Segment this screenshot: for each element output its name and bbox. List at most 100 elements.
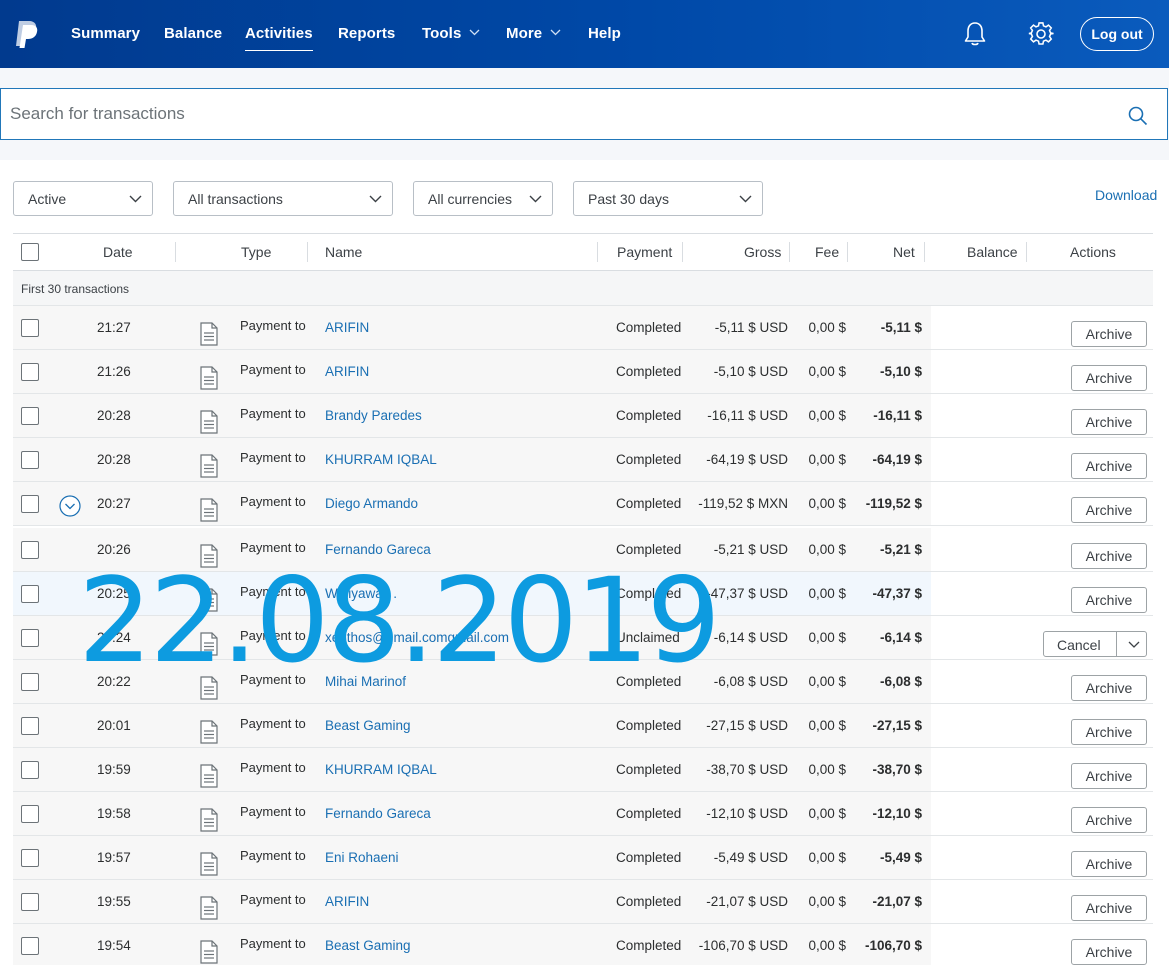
table-row[interactable]: 20:28 Payment to KHURRAM IQBAL Completed -64… <box>13 438 1153 482</box>
header-gross[interactable]: Gross <box>744 244 781 260</box>
row-checkbox[interactable] <box>21 717 39 735</box>
table-row[interactable]: 21:26 Payment to ARIFIN Completed -5,10 $ US… <box>13 350 1153 394</box>
table-row[interactable]: 20:25 Payment to Widiyawati . Completed -47,… <box>13 572 1153 616</box>
row-checkbox[interactable] <box>21 893 39 911</box>
row-checkbox[interactable] <box>21 319 39 337</box>
row-name-link[interactable]: Beast Gaming <box>325 718 411 733</box>
row-checkbox[interactable] <box>21 805 39 823</box>
header-type[interactable]: Type <box>241 244 271 260</box>
header-date[interactable]: Date <box>103 244 133 260</box>
header-separator <box>924 242 925 262</box>
table-row[interactable]: 20:22 Payment to Mihai Marinof Completed -6,… <box>13 660 1153 704</box>
table-row[interactable]: 20:01 Payment to Beast Gaming Completed -27,… <box>13 704 1153 748</box>
row-checkbox[interactable] <box>21 407 39 425</box>
row-name-link[interactable]: ARIFIN <box>325 364 369 379</box>
archive-button[interactable]: Archive <box>1071 895 1147 921</box>
archive-button[interactable]: Archive <box>1071 939 1147 965</box>
archive-button[interactable]: Archive <box>1071 321 1147 347</box>
select-all-checkbox[interactable] <box>21 243 39 261</box>
expand-chevron-icon[interactable] <box>59 495 81 517</box>
document-icon <box>200 366 218 390</box>
nav-item-activities[interactable]: Activities <box>245 25 313 51</box>
header-balance[interactable]: Balance <box>967 244 1018 260</box>
archive-button[interactable]: Archive <box>1071 453 1147 479</box>
row-checkbox[interactable] <box>21 541 39 559</box>
table-row[interactable]: 20:26 Payment to Fernando Gareca Completed -… <box>13 528 1153 572</box>
search-input[interactable] <box>10 89 1110 139</box>
nav-item-reports[interactable]: Reports <box>338 25 395 42</box>
table-row[interactable]: 19:59 Payment to KHURRAM IQBAL Completed -38… <box>13 748 1153 792</box>
row-name-link[interactable]: Eni Rohaeni <box>325 850 399 865</box>
nav-item-label: Help <box>588 25 621 42</box>
row-name-link[interactable]: Fernando Gareca <box>325 542 431 557</box>
header-fee[interactable]: Fee <box>815 244 839 260</box>
nav-item-tools[interactable]: Tools <box>422 25 480 42</box>
gear-icon[interactable] <box>1028 21 1054 47</box>
row-checkbox[interactable] <box>21 673 39 691</box>
download-link[interactable]: Download <box>1095 187 1157 203</box>
status-filter[interactable]: Active <box>13 181 153 216</box>
archive-button[interactable]: Archive <box>1071 497 1147 523</box>
row-checkbox[interactable] <box>21 629 39 647</box>
paypal-logo[interactable] <box>14 19 40 49</box>
document-icon <box>200 454 218 478</box>
archive-button[interactable]: Archive <box>1071 763 1147 789</box>
header-separator <box>597 242 598 262</box>
bell-icon[interactable] <box>963 21 987 47</box>
cancel-button[interactable]: Cancel <box>1043 631 1147 657</box>
row-checkbox[interactable] <box>21 761 39 779</box>
row-checkbox[interactable] <box>21 937 39 955</box>
chevron-down-icon[interactable] <box>1128 641 1140 648</box>
logout-button[interactable]: Log out <box>1080 17 1154 51</box>
header-name[interactable]: Name <box>325 244 362 260</box>
row-name-link[interactable]: ARIFIN <box>325 894 369 909</box>
row-type: Payment to <box>240 892 306 907</box>
row-name-link[interactable]: KHURRAM IQBAL <box>325 452 437 467</box>
type-filter[interactable]: All transactions <box>173 181 393 216</box>
archive-button[interactable]: Archive <box>1071 543 1147 569</box>
row-name-link[interactable]: xenthos@gmail.comgmail.com <box>325 630 509 645</box>
archive-button[interactable]: Archive <box>1071 719 1147 745</box>
header-net[interactable]: Net <box>893 244 915 260</box>
nav-item-help[interactable]: Help <box>588 25 621 42</box>
table-row[interactable]: 19:58 Payment to Fernando Gareca Completed -… <box>13 792 1153 836</box>
table-row[interactable]: 20:24 Payment to xenthos@gmail.comgmail.co… <box>13 616 1153 660</box>
row-checkbox[interactable] <box>21 849 39 867</box>
table-row[interactable]: 19:55 Payment to ARIFIN Completed -21,07 $ U… <box>13 880 1153 924</box>
row-name-link[interactable]: Diego Armando <box>325 496 418 511</box>
header-payment[interactable]: Payment <box>617 244 672 260</box>
row-checkbox[interactable] <box>21 363 39 381</box>
nav-item-balance[interactable]: Balance <box>164 25 222 42</box>
table-row[interactable]: 19:54 Payment to Beast Gaming Completed -106… <box>13 924 1153 965</box>
row-checkbox[interactable] <box>21 495 39 513</box>
archive-button[interactable]: Archive <box>1071 807 1147 833</box>
row-name-link[interactable]: ARIFIN <box>325 320 369 335</box>
archive-button[interactable]: Archive <box>1071 587 1147 613</box>
row-net: -27,15 $ <box>872 718 922 733</box>
archive-button[interactable]: Archive <box>1071 851 1147 877</box>
nav-item-summary[interactable]: Summary <box>71 25 140 42</box>
row-checkbox[interactable] <box>21 451 39 469</box>
row-name-link[interactable]: KHURRAM IQBAL <box>325 762 437 777</box>
row-name-link[interactable]: Widiyawati . <box>325 586 397 601</box>
archive-button[interactable]: Archive <box>1071 365 1147 391</box>
table-row[interactable]: 19:57 Payment to Eni Rohaeni Completed -5,49… <box>13 836 1153 880</box>
row-name-link[interactable]: Beast Gaming <box>325 938 411 953</box>
table-row[interactable]: 20:28 Payment to Brandy Paredes Completed -1… <box>13 394 1153 438</box>
row-checkbox[interactable] <box>21 585 39 603</box>
row-type: Payment to <box>240 804 306 819</box>
document-icon <box>200 676 218 700</box>
archive-button[interactable]: Archive <box>1071 675 1147 701</box>
currency-filter[interactable]: All currencies <box>413 181 553 216</box>
row-name-link[interactable]: Brandy Paredes <box>325 408 422 423</box>
document-icon <box>200 808 218 832</box>
table-row[interactable]: 20:27 Payment to Diego Armando Completed -11… <box>13 482 1153 526</box>
row-net: -5,49 $ <box>879 850 922 865</box>
row-name-link[interactable]: Fernando Gareca <box>325 806 431 821</box>
archive-button[interactable]: Archive <box>1071 409 1147 435</box>
nav-item-more[interactable]: More <box>506 25 561 42</box>
period-filter[interactable]: Past 30 days <box>573 181 763 216</box>
search-icon[interactable] <box>1128 106 1148 126</box>
row-name-link[interactable]: Mihai Marinof <box>325 674 406 689</box>
nav-item-label: Balance <box>164 25 223 42</box>
